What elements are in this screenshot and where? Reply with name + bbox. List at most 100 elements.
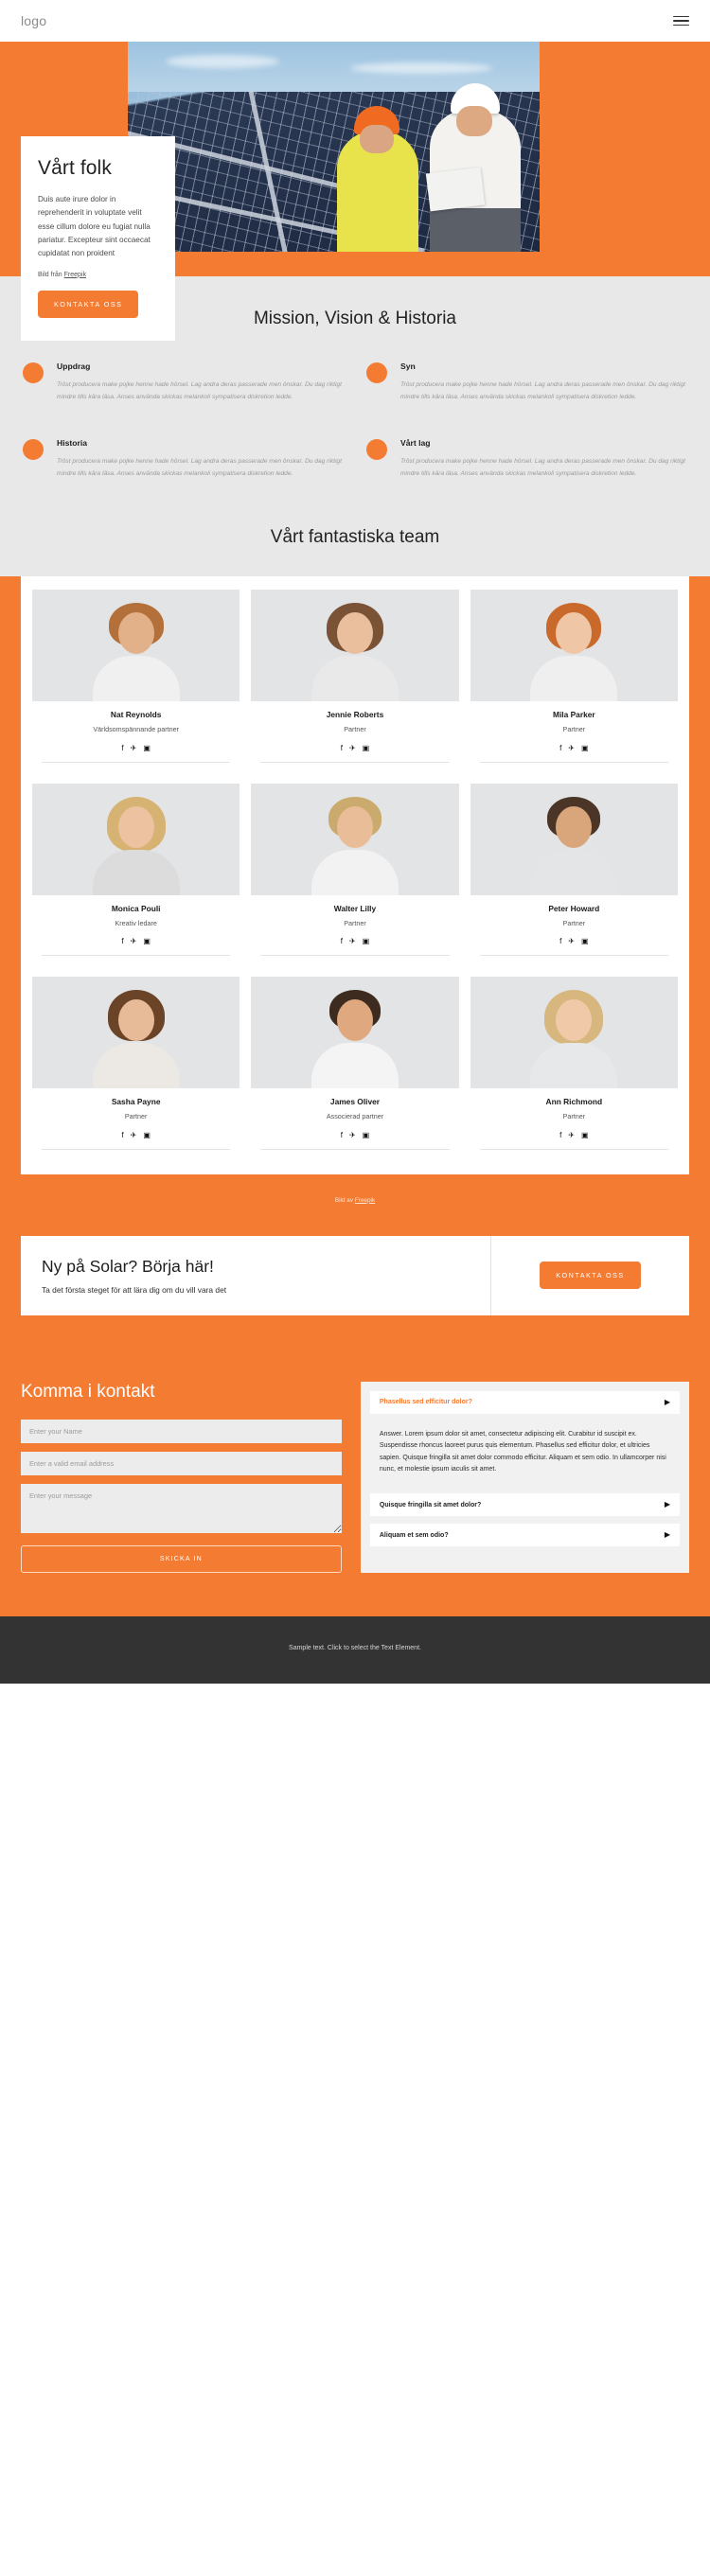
member-photo [470,783,678,895]
faq-question-row[interactable]: Phasellus sed efficitur dolor? ▶ [369,1390,680,1414]
mvh-item: Syn Tröst producera make pojke henne had… [366,362,687,404]
card-divider [479,1148,668,1150]
team-member-card[interactable]: Sasha Payne Partner f ✈ ▣ [32,977,240,1157]
facebook-icon[interactable]: f [559,938,561,945]
faq-answer: Answer. Lorem ipsum dolor sit amet, cons… [379,1430,666,1473]
card-divider [479,761,668,763]
instagram-icon[interactable]: ▣ [363,938,370,945]
facebook-icon[interactable]: f [121,938,123,945]
team-member-card[interactable]: Walter Lilly Partner f ✈ ▣ [251,783,459,964]
mvh-item: Uppdrag Tröst producera make pojke henne… [23,362,344,404]
member-photo [251,783,459,895]
bullet-dot-icon [23,362,44,383]
worker-face [360,125,394,153]
submit-button[interactable]: SKICKA IN [21,1544,342,1573]
torso-shape [530,656,618,702]
twitter-icon[interactable]: ✈ [131,744,137,752]
team-member-card[interactable]: Monica Pouli Kreativ ledare f ✈ ▣ [32,783,240,964]
member-photo [32,590,240,702]
member-photo [32,783,240,895]
worker-pants [430,208,521,252]
site-logo[interactable]: logo [21,13,46,28]
facebook-icon[interactable]: f [121,744,123,752]
team-member-card[interactable]: Mila Parker Partner f ✈ ▣ [470,590,678,770]
face-shape [336,612,373,655]
twitter-icon[interactable]: ✈ [349,938,356,945]
member-socials: f ✈ ▣ [470,1131,678,1139]
member-role: Partner [562,725,586,734]
team-image-credit: Bild av Freepik [0,1173,710,1226]
twitter-icon[interactable]: ✈ [349,1131,356,1139]
card-divider [260,1148,450,1150]
mvh-item-heading: Uppdrag [57,362,91,371]
team-member-card[interactable]: Jennie Roberts Partner f ✈ ▣ [251,590,459,770]
instagram-icon[interactable]: ▣ [143,938,151,945]
facebook-icon[interactable]: f [341,744,343,752]
faq-question-row[interactable]: Aliquam et sem odio? ▶ [369,1524,680,1547]
freepik-link[interactable]: Freepik [64,272,86,278]
hero-image-credit: Bild från Freepik [38,272,158,278]
member-name: Mila Parker [552,710,595,720]
member-socials: f ✈ ▣ [251,1131,458,1139]
mvh-item-heading: Historia [57,437,87,448]
team-member-card[interactable]: Nat Reynolds Världsomspännande partner f ✈ ▣ [32,590,240,770]
credit-prefix: Bild av [334,1196,355,1204]
member-name: Nat Reynolds [110,710,162,720]
card-divider [260,955,450,957]
twitter-icon[interactable]: ✈ [349,744,356,752]
facebook-icon[interactable]: f [341,1131,343,1139]
twitter-icon[interactable]: ✈ [131,1131,137,1139]
cta-contact-button[interactable]: KONTAKTA OSS [540,1262,641,1290]
instagram-icon[interactable]: ▣ [363,1131,370,1139]
face-shape [117,612,154,655]
hero-section: Vårt folk Duis aute irure dolor in repre… [0,42,710,341]
email-input[interactable] [21,1451,342,1475]
facebook-icon[interactable]: f [559,1131,561,1139]
member-photo [32,977,240,1089]
instagram-icon[interactable]: ▣ [143,744,151,752]
face-shape [117,999,154,1042]
team-member-card[interactable]: Ann Richmond Partner f ✈ ▣ [470,977,678,1157]
hamburger-icon[interactable] [673,15,689,26]
twitter-icon[interactable]: ✈ [568,1131,575,1139]
hero-image [128,42,540,252]
card-divider [260,761,450,763]
cloud-shape [350,62,492,74]
facebook-icon[interactable]: f [559,744,561,752]
twitter-icon[interactable]: ✈ [568,744,575,752]
torso-shape [311,1043,399,1089]
team-title: Vårt fantastiska team [270,527,440,548]
member-socials: f ✈ ▣ [251,938,458,945]
team-member-card[interactable]: Peter Howard Partner f ✈ ▣ [470,783,678,964]
torso-shape [530,849,618,895]
team-orange-band: Nat Reynolds Världsomspännande partner f ✈ ▣… [0,576,710,1226]
facebook-icon[interactable]: f [341,938,343,945]
hero-body-text: Duis aute irure dolor in reprehenderit i… [38,195,151,258]
team-grid: Nat Reynolds Världsomspännande partner f ✈ ▣… [32,590,678,1157]
instagram-icon[interactable]: ▣ [581,938,589,945]
message-input[interactable] [21,1483,342,1533]
faq-question: Quisque fringilla sit amet dolor? [379,1501,482,1509]
instagram-icon[interactable]: ▣ [581,744,589,752]
chevron-right-icon[interactable]: ▶ [665,1398,670,1406]
instagram-icon[interactable]: ▣ [143,1131,151,1139]
torso-shape [311,849,399,895]
twitter-icon[interactable]: ✈ [131,938,137,945]
mvh-item-heading: Syn [400,362,416,371]
facebook-icon[interactable]: f [121,1131,123,1139]
chevron-right-icon[interactable]: ▶ [665,1501,670,1509]
faq-question-row[interactable]: Quisque fringilla sit amet dolor? ▶ [369,1493,680,1517]
member-socials: f ✈ ▣ [32,938,240,945]
instagram-icon[interactable]: ▣ [363,744,370,752]
name-input[interactable] [21,1419,342,1443]
chevron-right-icon[interactable]: ▶ [665,1531,670,1539]
instagram-icon[interactable]: ▣ [581,1131,589,1139]
card-divider [42,1148,231,1150]
freepik-link[interactable]: Freepik [355,1197,375,1204]
team-member-card[interactable]: James Oliver Associerad partner f ✈ ▣ [251,977,459,1157]
hero-contact-button[interactable]: KONTAKTA OSS [38,290,139,318]
cta-title: Ny på Solar? Börja här! [42,1256,214,1276]
bullet-dot-icon [366,438,387,460]
twitter-icon[interactable]: ✈ [568,938,575,945]
card-divider [42,761,231,763]
